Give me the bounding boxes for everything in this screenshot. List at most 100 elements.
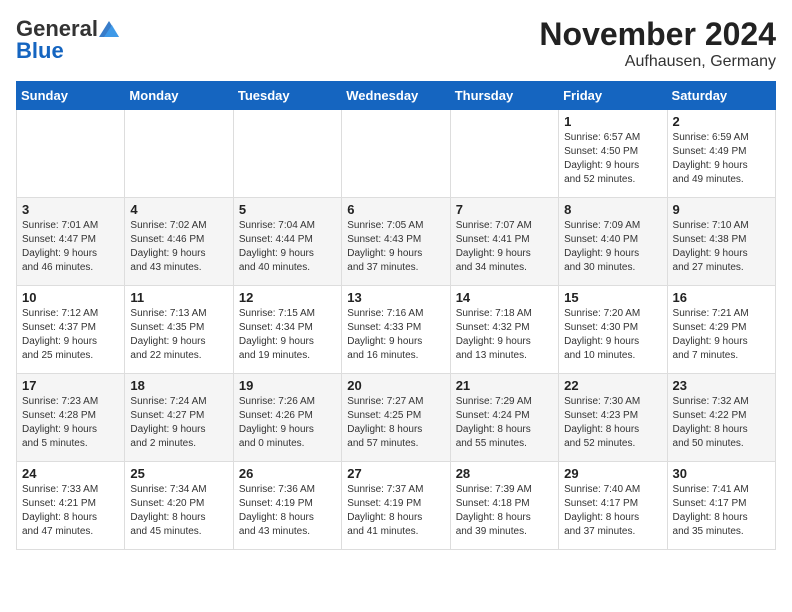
calendar-cell: 20 Sunrise: 7:27 AM Sunset: 4:25 PM Dayli… [342, 374, 450, 462]
calendar-cell: 25Sunrise: 7:34 AM Sunset: 4:20 PM Dayli… [125, 462, 233, 550]
calendar-cell: 24 Sunrise: 7:33 AM Sunset: 4:21 PM Dayli… [17, 462, 125, 550]
calendar-cell: 14 Sunrise: 7:18 AM Sunset: 4:32 PM Dayli… [450, 286, 558, 374]
month-title: November 2024 [539, 16, 776, 53]
calendar-cell: 22 Sunrise: 7:30 AM Sunset: 4:23 PM Dayli… [559, 374, 667, 462]
title-block: November 2024 Aufhausen, Germany [539, 16, 776, 71]
day-number: 24 [22, 466, 119, 481]
day-number: 27 [347, 466, 444, 481]
day-number: 11 [130, 290, 227, 305]
header-saturday: Saturday [667, 82, 775, 110]
calendar-cell: 7 Sunrise: 7:07 AM Sunset: 4:41 PM Daylig… [450, 198, 558, 286]
day-info: Sunrise: 7:29 AM Sunset: 4:24 PM Dayligh… [456, 395, 553, 451]
calendar-cell: 12 Sunrise: 7:15 AM Sunset: 4:34 PM Dayli… [233, 286, 341, 374]
day-number: 18 [130, 378, 227, 393]
day-info: Sunrise: 7:36 AM Sunset: 4:19 PM Dayligh… [239, 483, 336, 539]
logo-icon [99, 21, 119, 37]
calendar-cell [233, 110, 341, 198]
calendar-cell: 6 Sunrise: 7:05 AM Sunset: 4:43 PM Daylig… [342, 198, 450, 286]
day-info: Sunrise: 7:27 AM Sunset: 4:25 PM Dayligh… [347, 395, 444, 451]
calendar-cell: 16Sunrise: 7:21 AM Sunset: 4:29 PM Dayli… [667, 286, 775, 374]
calendar-cell: 9 Sunrise: 7:10 AM Sunset: 4:38 PM Daylig… [667, 198, 775, 286]
day-number: 8 [564, 202, 661, 217]
calendar-cell: 2 Sunrise: 6:59 AM Sunset: 4:49 PM Daylig… [667, 110, 775, 198]
day-info: Sunrise: 7:20 AM Sunset: 4:30 PM Dayligh… [564, 307, 661, 363]
calendar-table: SundayMondayTuesdayWednesdayThursdayFrid… [16, 81, 776, 550]
calendar-cell: 11 Sunrise: 7:13 AM Sunset: 4:35 PM Dayli… [125, 286, 233, 374]
calendar-cell: 10 Sunrise: 7:12 AM Sunset: 4:37 PM Dayli… [17, 286, 125, 374]
day-info: Sunrise: 7:05 AM Sunset: 4:43 PM Dayligh… [347, 219, 444, 275]
day-info: Sunrise: 7:12 AM Sunset: 4:37 PM Dayligh… [22, 307, 119, 363]
calendar-cell: 4 Sunrise: 7:02 AM Sunset: 4:46 PM Daylig… [125, 198, 233, 286]
day-number: 4 [130, 202, 227, 217]
day-info: Sunrise: 7:18 AM Sunset: 4:32 PM Dayligh… [456, 307, 553, 363]
day-number: 20 [347, 378, 444, 393]
header-friday: Friday [559, 82, 667, 110]
calendar-cell: 17 Sunrise: 7:23 AM Sunset: 4:28 PM Dayli… [17, 374, 125, 462]
calendar-cell: 30Sunrise: 7:41 AM Sunset: 4:17 PM Dayli… [667, 462, 775, 550]
day-info: Sunrise: 7:33 AM Sunset: 4:21 PM Dayligh… [22, 483, 119, 539]
day-info: Sunrise: 7:10 AM Sunset: 4:38 PM Dayligh… [673, 219, 770, 275]
day-info: Sunrise: 7:24 AM Sunset: 4:27 PM Dayligh… [130, 395, 227, 451]
day-info: Sunrise: 6:59 AM Sunset: 4:49 PM Dayligh… [673, 131, 770, 187]
day-number: 26 [239, 466, 336, 481]
day-number: 13 [347, 290, 444, 305]
calendar-week-row: 10 Sunrise: 7:12 AM Sunset: 4:37 PM Dayli… [17, 286, 776, 374]
calendar-week-row: 1 Sunrise: 6:57 AM Sunset: 4:50 PM Daylig… [17, 110, 776, 198]
day-info: Sunrise: 7:40 AM Sunset: 4:17 PM Dayligh… [564, 483, 661, 539]
day-number: 5 [239, 202, 336, 217]
day-number: 9 [673, 202, 770, 217]
day-info: Sunrise: 7:15 AM Sunset: 4:34 PM Dayligh… [239, 307, 336, 363]
header-thursday: Thursday [450, 82, 558, 110]
calendar-cell: 15 Sunrise: 7:20 AM Sunset: 4:30 PM Dayli… [559, 286, 667, 374]
day-info: Sunrise: 7:26 AM Sunset: 4:26 PM Dayligh… [239, 395, 336, 451]
calendar-cell [17, 110, 125, 198]
calendar-cell [342, 110, 450, 198]
day-number: 10 [22, 290, 119, 305]
calendar-week-row: 24 Sunrise: 7:33 AM Sunset: 4:21 PM Dayli… [17, 462, 776, 550]
calendar-header-row: SundayMondayTuesdayWednesdayThursdayFrid… [17, 82, 776, 110]
calendar-cell: 28Sunrise: 7:39 AM Sunset: 4:18 PM Dayli… [450, 462, 558, 550]
page-header: General Blue November 2024 Aufhausen, Ge… [16, 16, 776, 71]
day-info: Sunrise: 6:57 AM Sunset: 4:50 PM Dayligh… [564, 131, 661, 187]
location: Aufhausen, Germany [539, 53, 776, 71]
logo: General Blue [16, 16, 120, 64]
day-info: Sunrise: 7:13 AM Sunset: 4:35 PM Dayligh… [130, 307, 227, 363]
day-number: 17 [22, 378, 119, 393]
calendar-cell [450, 110, 558, 198]
day-info: Sunrise: 7:02 AM Sunset: 4:46 PM Dayligh… [130, 219, 227, 275]
day-number: 21 [456, 378, 553, 393]
calendar-cell [125, 110, 233, 198]
calendar-cell: 23 Sunrise: 7:32 AM Sunset: 4:22 PM Dayli… [667, 374, 775, 462]
day-number: 23 [673, 378, 770, 393]
calendar-cell: 13Sunrise: 7:16 AM Sunset: 4:33 PM Dayli… [342, 286, 450, 374]
day-number: 19 [239, 378, 336, 393]
day-info: Sunrise: 7:23 AM Sunset: 4:28 PM Dayligh… [22, 395, 119, 451]
calendar-cell: 27 Sunrise: 7:37 AM Sunset: 4:19 PM Dayli… [342, 462, 450, 550]
header-tuesday: Tuesday [233, 82, 341, 110]
day-info: Sunrise: 7:37 AM Sunset: 4:19 PM Dayligh… [347, 483, 444, 539]
day-number: 29 [564, 466, 661, 481]
day-info: Sunrise: 7:04 AM Sunset: 4:44 PM Dayligh… [239, 219, 336, 275]
calendar-week-row: 3 Sunrise: 7:01 AM Sunset: 4:47 PM Daylig… [17, 198, 776, 286]
day-number: 14 [456, 290, 553, 305]
day-number: 15 [564, 290, 661, 305]
day-number: 1 [564, 114, 661, 129]
day-number: 3 [22, 202, 119, 217]
calendar-cell: 26 Sunrise: 7:36 AM Sunset: 4:19 PM Dayli… [233, 462, 341, 550]
calendar-cell: 18 Sunrise: 7:24 AM Sunset: 4:27 PM Dayli… [125, 374, 233, 462]
day-info: Sunrise: 7:30 AM Sunset: 4:23 PM Dayligh… [564, 395, 661, 451]
day-number: 2 [673, 114, 770, 129]
day-info: Sunrise: 7:39 AM Sunset: 4:18 PM Dayligh… [456, 483, 553, 539]
calendar-cell: 29 Sunrise: 7:40 AM Sunset: 4:17 PM Dayli… [559, 462, 667, 550]
day-info: Sunrise: 7:01 AM Sunset: 4:47 PM Dayligh… [22, 219, 119, 275]
day-info: Sunrise: 7:32 AM Sunset: 4:22 PM Dayligh… [673, 395, 770, 451]
calendar-cell: 19 Sunrise: 7:26 AM Sunset: 4:26 PM Dayli… [233, 374, 341, 462]
day-info: Sunrise: 7:07 AM Sunset: 4:41 PM Dayligh… [456, 219, 553, 275]
day-info: Sunrise: 7:41 AM Sunset: 4:17 PM Dayligh… [673, 483, 770, 539]
day-number: 6 [347, 202, 444, 217]
day-number: 7 [456, 202, 553, 217]
calendar-cell: 1 Sunrise: 6:57 AM Sunset: 4:50 PM Daylig… [559, 110, 667, 198]
calendar-cell: 21 Sunrise: 7:29 AM Sunset: 4:24 PM Dayli… [450, 374, 558, 462]
day-number: 12 [239, 290, 336, 305]
day-number: 22 [564, 378, 661, 393]
